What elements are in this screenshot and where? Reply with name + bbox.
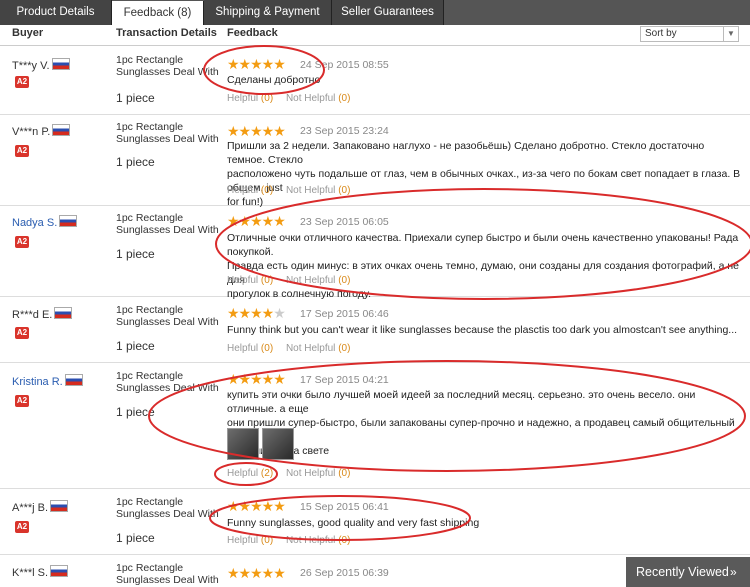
tab-bar: Product Details Feedback (8) Shipping & … [0,0,750,26]
helpful-votes: Helpful (0) Not Helpful (0) [227,93,350,104]
quantity: 1 piece [116,155,155,169]
helpful-votes: Helpful (2) Not Helpful (0) [227,468,350,479]
product-name[interactable]: 1pc Rectangle Sunglasses Deal With [116,562,219,586]
feedback-date: 26 Sep 2015 06:39 [300,567,389,579]
star-rating: ★★★★★ [227,305,286,321]
tab-product-details[interactable]: Product Details [0,0,112,25]
feedback-row: A***j B. A2 1pc Rectangle Sunglasses Deal… [0,489,750,555]
product-name[interactable]: 1pc Rectangle Sunglasses Deal With [116,370,219,394]
product-name[interactable]: 1pc Rectangle Sunglasses Deal With [116,304,219,328]
helpful-link[interactable]: Helpful (0) [227,343,273,354]
double-chevron-icon: » [730,565,737,579]
sort-by-select[interactable]: Sort by ▼ [640,26,739,42]
buyer-level-badge: A2 [15,327,29,339]
tab-feedback[interactable]: Feedback (8) [112,1,204,26]
helpful-votes: Helpful (0) Not Helpful (0) [227,185,350,196]
chevron-down-icon: ▼ [723,27,738,41]
recently-viewed-button[interactable]: Recently Viewed » [626,557,750,587]
review-photo[interactable] [262,428,294,460]
buyer-level-badge: A2 [15,76,29,88]
product-name[interactable]: 1pc Rectangle Sunglasses Deal With [116,121,219,145]
buyer-name: V***n P. [12,124,71,138]
product-name[interactable]: 1pc Rectangle Sunglasses Deal With [116,496,219,520]
helpful-votes: Helpful (0) Not Helpful (0) [227,343,350,354]
feedback-row: Kristina R. A2 1pc Rectangle Sunglasses D… [0,363,750,489]
helpful-link[interactable]: Helpful (0) [227,185,273,196]
helpful-votes: Helpful (0) Not Helpful (0) [227,535,350,546]
russia-flag-icon [64,374,83,386]
helpful-link[interactable]: Helpful (0) [227,93,273,104]
feedback-date: 17 Sep 2015 04:21 [300,374,389,386]
quantity: 1 piece [116,339,155,353]
product-name[interactable]: 1pc Rectangle Sunglasses Deal With [116,54,219,78]
buyer-name[interactable]: Nadya S. [12,215,78,229]
helpful-link[interactable]: Helpful (2) [227,468,273,479]
helpful-link[interactable]: Helpful (0) [227,535,273,546]
not-helpful-link[interactable]: Not Helpful (0) [286,185,350,196]
feedback-date: 17 Sep 2015 06:46 [300,308,389,320]
not-helpful-link[interactable]: Not Helpful (0) [286,275,350,286]
russia-flag-icon [59,215,78,227]
buyer-name: K***l S. [12,565,69,579]
sort-by-label: Sort by [645,28,677,39]
feedback-table-header: Buyer Transaction Details Feedback [0,25,750,46]
star-rating: ★★★★★ [227,498,286,514]
not-helpful-link[interactable]: Not Helpful (0) [286,93,350,104]
russia-flag-icon [54,307,73,319]
star-rating: ★★★★★ [227,371,286,387]
star-rating: ★★★★★ [227,213,286,229]
russia-flag-icon [50,565,69,577]
product-name[interactable]: 1pc Rectangle Sunglasses Deal With [116,212,219,236]
not-helpful-link[interactable]: Not Helpful (0) [286,468,350,479]
not-helpful-link[interactable]: Not Helpful (0) [286,535,350,546]
feedback-row: V***n P. A2 1pc Rectangle Sunglasses Deal… [0,115,750,208]
feedback-row: R***d E. A2 1pc Rectangle Sunglasses Deal… [0,297,750,363]
recently-viewed-label: Recently Viewed [636,565,729,579]
buyer-level-badge: A2 [15,395,29,407]
star-rating: ★★★★★ [227,123,286,139]
russia-flag-icon [50,500,69,512]
feedback-date: 23 Sep 2015 06:05 [300,216,389,228]
feedback-date: 15 Sep 2015 06:41 [300,501,389,513]
quantity: 1 piece [116,405,155,419]
quantity: 1 piece [116,91,155,105]
feedback-date: 24 Sep 2015 08:55 [300,59,389,71]
column-header-buyer: Buyer [12,27,44,39]
buyer-name: T***y V. [12,58,70,72]
buyer-name: R***d E. [12,307,73,321]
helpful-link[interactable]: Helpful (0) [227,275,273,286]
tab-seller-guarantees[interactable]: Seller Guarantees [332,0,444,25]
quantity: 1 piece [116,531,155,545]
feedback-text: Пришли за 2 недели. Запаковано наглухо -… [227,140,741,208]
buyer-level-badge: A2 [15,236,29,248]
feedback-text: Отличные очки отличного качества. Приеха… [227,232,739,300]
star-rating: ★★★★★ [227,56,286,72]
buyer-level-badge: A2 [15,521,29,533]
not-helpful-link[interactable]: Not Helpful (0) [286,343,350,354]
feedback-row: Nadya S. A2 1pc Rectangle Sunglasses Deal… [0,206,750,300]
tab-shipping-payment[interactable]: Shipping & Payment [204,0,332,25]
buyer-name: A***j B. [12,500,69,514]
quantity: 1 piece [116,247,155,261]
feedback-text: Funny think but you can't wear it like s… [227,324,738,336]
buyer-level-badge: A2 [15,145,29,157]
feedback-text: купить эти очки было лучшей моей идеей з… [227,389,735,457]
column-header-transaction: Transaction Details [116,27,217,39]
buyer-name[interactable]: Kristina R. [12,374,83,388]
russia-flag-icon [52,124,71,136]
star-rating: ★★★★★ [227,565,286,581]
feedback-row: T***y V. A2 1pc Rectangle Sunglasses Deal… [0,46,750,115]
feedback-date: 23 Sep 2015 23:24 [300,125,389,137]
feedback-text: Funny sunglasses, good quality and very … [227,517,480,529]
column-header-feedback: Feedback [227,27,278,39]
feedback-text: Сделаны добротно [227,74,321,86]
russia-flag-icon [51,58,70,70]
review-photo[interactable] [227,428,259,460]
helpful-votes: Helpful (0) Not Helpful (0) [227,275,350,286]
